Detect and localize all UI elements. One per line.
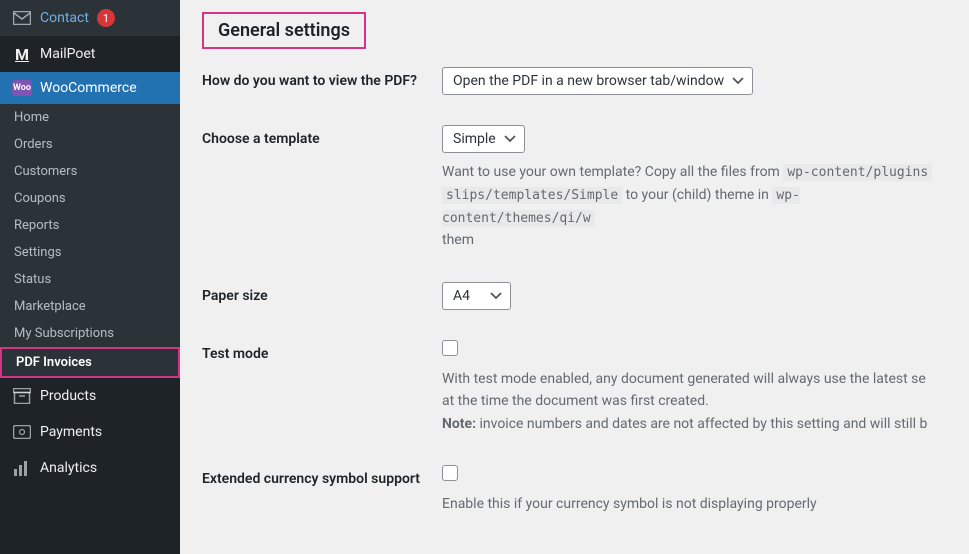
row-paper: Paper size A4	[202, 282, 947, 310]
label-template: Choose a template	[202, 125, 442, 147]
sidebar-item-woocommerce[interactable]: Woo WooCommerce	[0, 72, 180, 104]
archive-icon	[12, 386, 32, 406]
code-path: slips/templates/Simple	[442, 187, 622, 204]
row-currency: Extended currency symbol support Enable …	[202, 465, 947, 515]
sidebar-label: Analytics	[40, 460, 97, 476]
sidebar-label: WooCommerce	[40, 80, 137, 96]
sidebar-label: MailPoet	[40, 46, 95, 62]
sidebar-sub-subscriptions[interactable]: My Subscriptions	[0, 320, 180, 347]
sidebar-submenu: Home Orders Customers Coupons Reports Se…	[0, 104, 180, 378]
card-icon	[12, 422, 32, 442]
sidebar-item-payments[interactable]: Payments	[0, 414, 180, 450]
select-view-pdf[interactable]: Open the PDF in a new browser tab/window	[442, 67, 753, 95]
code-path: wp-content/plugins	[783, 164, 932, 181]
sidebar-label: Products	[40, 388, 96, 404]
checkbox-testmode[interactable]	[442, 340, 458, 356]
chevron-down-icon	[504, 131, 516, 147]
sidebar-sub-home[interactable]: Home	[0, 104, 180, 131]
row-view-pdf: How do you want to view the PDF? Open th…	[202, 67, 947, 95]
currency-description: Enable this if your currency symbol is n…	[442, 493, 947, 515]
sidebar-sub-customers[interactable]: Customers	[0, 158, 180, 185]
label-currency: Extended currency symbol support	[202, 465, 442, 487]
select-paper[interactable]: A4	[442, 282, 511, 310]
sidebar-item-analytics[interactable]: Analytics	[0, 450, 180, 486]
sidebar-sub-orders[interactable]: Orders	[0, 131, 180, 158]
checkbox-currency[interactable]	[442, 465, 458, 481]
content-area: General settings How do you want to view…	[180, 0, 969, 554]
sidebar-sub-status[interactable]: Status	[0, 266, 180, 293]
select-template[interactable]: Simple	[442, 125, 525, 153]
row-template: Choose a template Simple Want to use you…	[202, 125, 947, 252]
label-testmode: Test mode	[202, 340, 442, 362]
sidebar-label: Contact	[40, 10, 89, 26]
notification-badge: 1	[97, 9, 115, 27]
sidebar-sub-settings[interactable]: Settings	[0, 239, 180, 266]
sidebar-label: Payments	[40, 424, 102, 440]
sidebar-sub-coupons[interactable]: Coupons	[0, 185, 180, 212]
chevron-down-icon	[732, 73, 744, 89]
template-description: Want to use your own template? Copy all …	[442, 161, 947, 252]
chart-icon	[12, 458, 32, 478]
chevron-down-icon	[490, 288, 502, 304]
sidebar-item-products[interactable]: Products	[0, 378, 180, 414]
label-paper: Paper size	[202, 282, 442, 304]
testmode-description: With test mode enabled, any document gen…	[442, 368, 947, 435]
admin-sidebar: Contact 1 M MailPoet Woo WooCommerce Hom…	[0, 0, 180, 554]
sidebar-sub-reports[interactable]: Reports	[0, 212, 180, 239]
woocommerce-icon: Woo	[12, 80, 32, 96]
sidebar-item-mailpoet[interactable]: M MailPoet	[0, 36, 180, 72]
page-title: General settings	[202, 12, 366, 49]
label-view-pdf: How do you want to view the PDF?	[202, 67, 442, 89]
sidebar-sub-marketplace[interactable]: Marketplace	[0, 293, 180, 320]
sidebar-item-contact[interactable]: Contact 1	[0, 0, 180, 36]
row-testmode: Test mode With test mode enabled, any do…	[202, 340, 947, 435]
sidebar-sub-pdf-invoices[interactable]: PDF Invoices	[0, 347, 180, 378]
mailpoet-icon: M	[12, 44, 32, 64]
mail-icon	[12, 8, 32, 28]
